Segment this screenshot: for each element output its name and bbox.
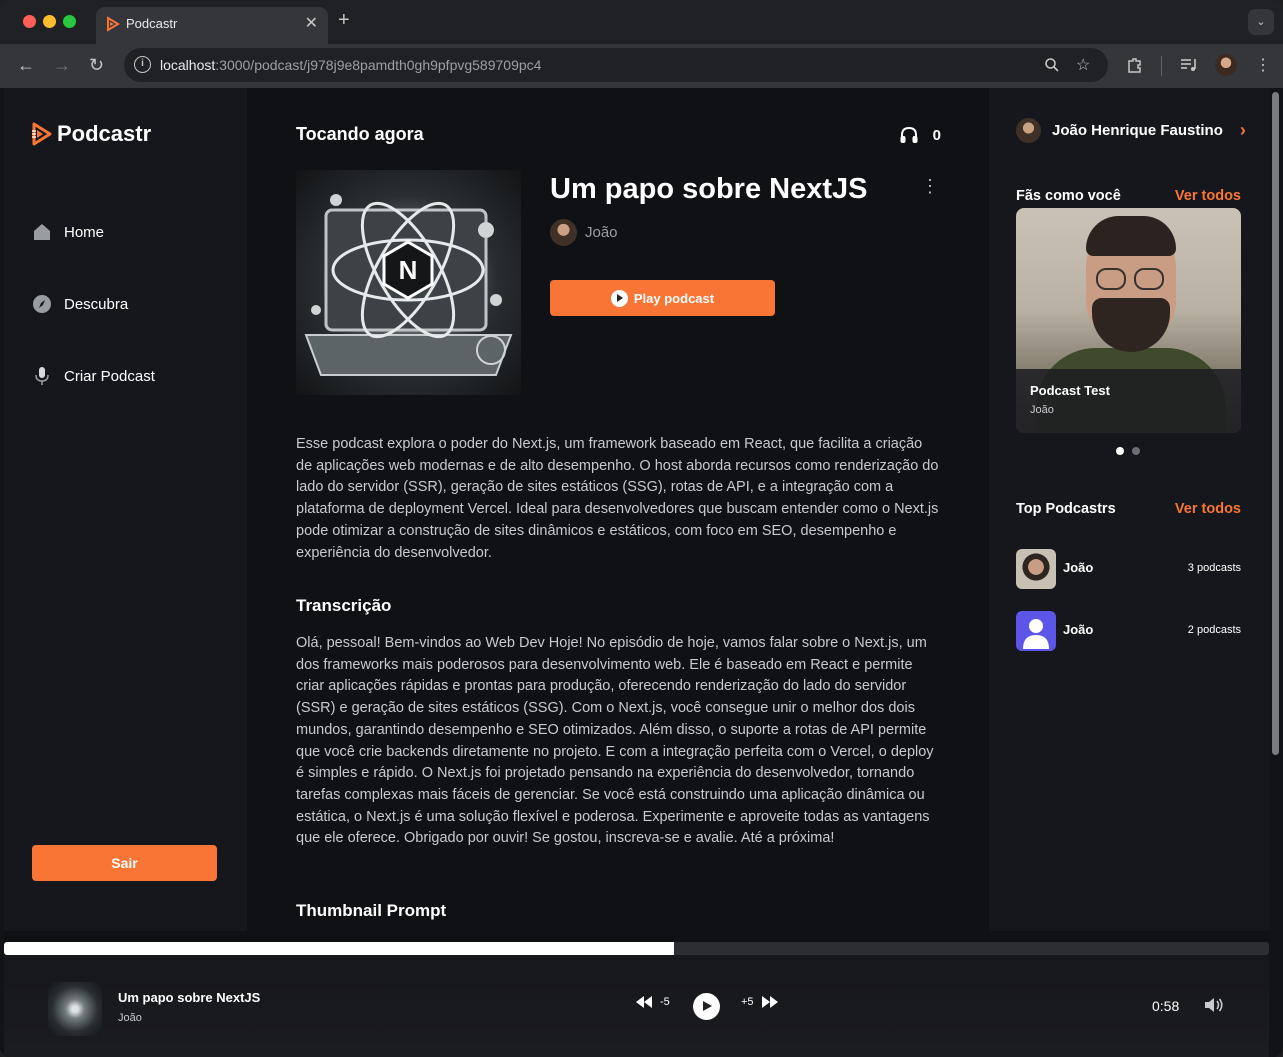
podcaster-count: 2 podcasts	[1187, 624, 1241, 636]
rewind-button[interactable]: -5	[634, 995, 670, 1009]
logout-button[interactable]: Sair	[32, 845, 217, 881]
reload-icon[interactable]: ↻	[89, 55, 104, 76]
sidebar-item-label: Home	[64, 223, 105, 241]
player-time: 0:58	[1152, 998, 1180, 1014]
listeners-count: 0	[932, 126, 941, 144]
tab-podcastr[interactable]: Podcastr ✕	[96, 7, 328, 44]
logo-text: Podcastr	[57, 121, 152, 146]
url-text[interactable]: localhost:3000/podcast/j978j9e8pamdth0gh…	[160, 57, 541, 73]
forward-arrow-icon[interactable]: →	[53, 55, 71, 76]
play-podcast-button[interactable]: Play podcast	[550, 280, 775, 316]
app-root: Podcastr Home Descubra Criar Podcast Sai…	[4, 88, 1269, 1057]
logo-icon	[32, 122, 52, 146]
user-avatar	[1016, 118, 1041, 143]
user-name: João Henrique Faustino	[1052, 122, 1223, 139]
toolbar-divider	[1161, 56, 1162, 76]
sidebar-item-descubra[interactable]: Descubra	[32, 294, 128, 314]
address-bar[interactable]: i localhost:3000/podcast/j978j9e8pamdth0…	[124, 48, 1108, 82]
transcription-text: Olá, pessoal! Bem-vindos ao Web Dev Hoje…	[296, 635, 934, 847]
close-tab-icon[interactable]: ✕	[305, 13, 318, 33]
browser-menu-icon[interactable]: ⋮	[1255, 55, 1271, 75]
fan-card-caption: Podcast Test João	[1016, 369, 1241, 433]
podcast-author[interactable]: João	[550, 219, 618, 246]
listeners-counter: 0	[899, 126, 941, 144]
carousel-dot-2[interactable]	[1132, 447, 1140, 455]
volume-icon[interactable]	[1203, 996, 1225, 1014]
forward-button[interactable]: +5	[741, 995, 780, 1009]
forward-label: +5	[741, 996, 754, 1008]
player-author: João	[118, 1012, 142, 1024]
top-podcasters-see-all-link[interactable]: Ver todos	[1175, 501, 1241, 517]
podcast-title: Um papo sobre NextJS	[550, 173, 868, 205]
author-avatar	[550, 219, 577, 246]
chevron-right-icon: ›	[1239, 120, 1246, 140]
player-cover-image	[48, 982, 102, 1036]
rewind-icon	[636, 996, 652, 1008]
headphones-icon	[900, 126, 918, 143]
podcaster-avatar	[1016, 611, 1056, 651]
new-tab-icon[interactable]: +	[338, 9, 350, 32]
podcast-player: Um papo sobre NextJS João -5 +5 0:58	[4, 955, 1269, 1057]
more-options-icon[interactable]: ⋮	[921, 176, 939, 197]
svg-text:N: N	[399, 255, 418, 285]
fast-forward-icon	[761, 996, 778, 1008]
sidebar-item-label: Criar Podcast	[64, 367, 155, 385]
tab-bar: Podcastr ✕ + ⌄	[0, 0, 1283, 44]
fans-heading: Fãs como você	[1016, 188, 1121, 204]
sidebar-item-home[interactable]: Home	[32, 222, 104, 242]
podcastr-favicon-icon	[107, 16, 120, 32]
top-podcaster-row[interactable]: João 2 podcasts	[1016, 611, 1241, 651]
player-title: Um papo sobre NextJS	[118, 990, 261, 1005]
podcast-description: Esse podcast explora o poder do Next.js,…	[296, 436, 939, 561]
podcaster-count: 3 podcasts	[1187, 562, 1241, 574]
default-user-icon	[1023, 619, 1049, 649]
fan-card-title: Podcast Test	[1030, 383, 1110, 398]
page-title: Tocando agora	[296, 124, 424, 144]
play-podcast-label: Play podcast	[633, 290, 715, 306]
profile-avatar[interactable]	[1215, 54, 1237, 76]
right-sidebar: João Henrique Faustino › Fãs como você V…	[989, 88, 1269, 931]
page-scrollbar[interactable]	[1272, 92, 1279, 755]
rewind-label: -5	[660, 996, 670, 1008]
tab-title: Podcastr	[126, 16, 178, 31]
top-podcasters-heading: Top Podcastrs	[1016, 501, 1116, 517]
zoom-icon[interactable]	[1044, 57, 1060, 73]
browser-toolbar: ← → ↻ i localhost:3000/podcast/j978j9e8p…	[0, 44, 1283, 88]
thumbnail-prompt-heading: Thumbnail Prompt	[296, 901, 447, 920]
sidebar-item-criar-podcast[interactable]: Criar Podcast	[32, 366, 155, 386]
podcaster-name: João	[1063, 560, 1094, 575]
bookmark-star-icon[interactable]: ☆	[1076, 55, 1090, 75]
close-window-button[interactable]	[23, 15, 36, 28]
top-podcaster-row[interactable]: João 3 podcasts	[1016, 549, 1241, 589]
compass-icon	[32, 294, 52, 314]
player-progress-fill	[4, 942, 675, 955]
fans-see-all-link[interactable]: Ver todos	[1175, 188, 1241, 204]
site-info-icon[interactable]: i	[134, 56, 151, 73]
maximize-window-button[interactable]	[63, 15, 76, 28]
fan-card-author: João	[1030, 404, 1054, 416]
user-profile-link[interactable]: João Henrique Faustino ›	[1016, 118, 1246, 143]
fan-podcast-card[interactable]: Podcast Test João	[1016, 208, 1241, 433]
play-icon	[610, 289, 628, 307]
back-arrow-icon[interactable]: ←	[17, 55, 35, 76]
player-progress-bar[interactable]	[4, 942, 1269, 955]
home-icon	[32, 222, 52, 242]
podcast-cover-image: N	[296, 170, 521, 395]
carousel-dot-1[interactable]	[1116, 447, 1124, 455]
microphone-icon	[32, 366, 52, 386]
browser-window: Podcastr ✕ + ⌄ ← → ↻ i localhost:3000/po…	[0, 0, 1283, 1057]
podcaster-name: João	[1063, 622, 1094, 637]
media-control-icon[interactable]	[1180, 57, 1198, 73]
podcastr-logo[interactable]: Podcastr	[31, 121, 151, 147]
player-play-button[interactable]	[693, 993, 720, 1020]
main-content: Tocando agora 0 N Um papo sobre NextJS ⋮…	[247, 88, 989, 931]
sidebar-item-label: Descubra	[64, 295, 129, 313]
transcription-heading: Transcrição	[296, 596, 392, 615]
extensions-icon[interactable]	[1126, 56, 1144, 74]
author-name: João	[585, 224, 618, 241]
tab-search-chevron-icon[interactable]: ⌄	[1248, 9, 1274, 35]
minimize-window-button[interactable]	[43, 15, 56, 28]
podcaster-avatar	[1016, 549, 1056, 589]
left-sidebar: Podcastr Home Descubra Criar Podcast Sai…	[4, 88, 247, 931]
